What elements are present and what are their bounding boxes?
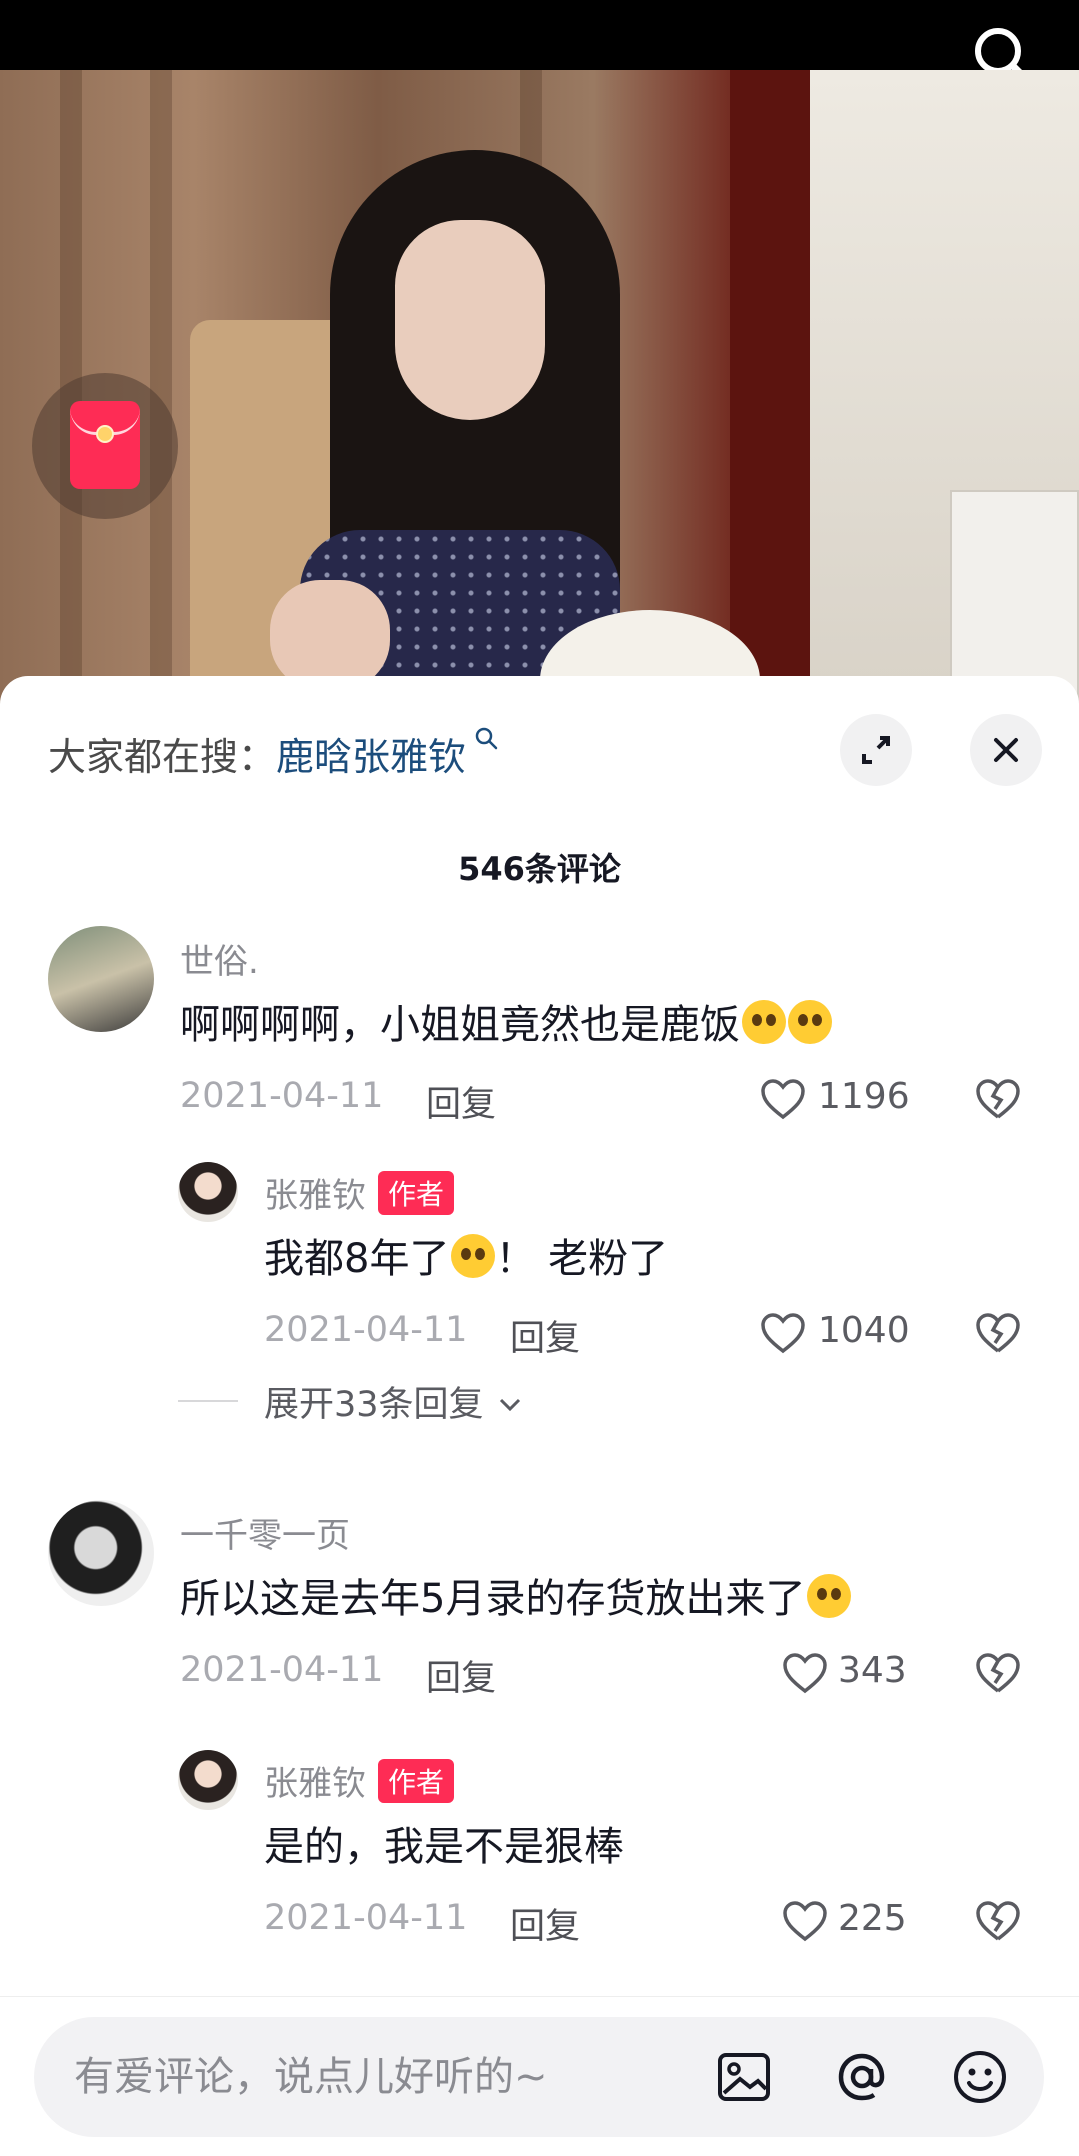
image-icon[interactable] bbox=[712, 2045, 776, 2109]
comment-item: 一千零一页 所以这是去年5月录的存货放出来了 2021-04-11 回复 343 bbox=[0, 1500, 1079, 1700]
avatar[interactable] bbox=[178, 1162, 238, 1222]
like-count: 225 bbox=[838, 1898, 907, 1939]
dislike-broken-heart-icon[interactable] bbox=[975, 1312, 1021, 1354]
laughing-crying-emoji bbox=[451, 1234, 496, 1278]
expand-icon bbox=[862, 736, 890, 764]
like-count: 1040 bbox=[818, 1310, 910, 1351]
like-heart-icon[interactable] bbox=[760, 1078, 806, 1120]
pleading-face-emoji bbox=[742, 1000, 786, 1044]
author-badge: 作者 bbox=[378, 1759, 455, 1803]
expand-replies-label: 展开33条回复 bbox=[264, 1376, 525, 1427]
trending-prefix: 大家都在搜： bbox=[48, 735, 277, 779]
divider bbox=[178, 1400, 238, 1402]
reply-date: 2021-04-11 bbox=[264, 1898, 468, 1938]
comment-date: 2021-04-11 bbox=[180, 1076, 384, 1116]
dislike-broken-heart-icon[interactable] bbox=[975, 1078, 1021, 1120]
comment-item: 世俗. 啊啊啊啊，小姐姐竟然也是鹿饭 2021-04-11 回复 1196 bbox=[0, 926, 1079, 1126]
red-packet-button[interactable] bbox=[32, 373, 178, 519]
close-button[interactable] bbox=[970, 714, 1042, 786]
door bbox=[730, 70, 810, 710]
comment-text: 啊啊啊啊，小姐姐竟然也是鹿饭 bbox=[180, 992, 832, 1050]
trending-search[interactable]: 大家都在搜：鹿晗张雅钦 bbox=[48, 726, 500, 781]
reply-date: 2021-04-11 bbox=[264, 1310, 468, 1350]
reply-text: 我都8年了！ 老粉了 bbox=[264, 1234, 669, 1282]
pleading-face-emoji bbox=[788, 1000, 832, 1044]
comment-sheet: 大家都在搜：鹿晗张雅钦 546条评论 世俗. 啊啊啊啊，小姐姐竟然也是鹿饭 20… bbox=[0, 676, 1079, 2156]
thinking-face-emoji bbox=[807, 1574, 852, 1618]
expand-button[interactable] bbox=[840, 714, 912, 786]
avatar[interactable] bbox=[48, 926, 154, 1032]
like-count: 1196 bbox=[818, 1076, 910, 1117]
curtain bbox=[150, 70, 172, 710]
comment-input[interactable] bbox=[74, 2017, 674, 2137]
comment-username[interactable]: 世俗. bbox=[180, 934, 259, 983]
chevron-down-icon bbox=[499, 1398, 520, 1412]
reply-button[interactable]: 回复 bbox=[426, 1650, 496, 1701]
reply-button[interactable]: 回复 bbox=[510, 1310, 580, 1361]
like-count: 343 bbox=[838, 1650, 907, 1691]
like-heart-icon[interactable] bbox=[760, 1312, 806, 1354]
comment-input-bar bbox=[0, 1996, 1079, 2156]
top-bar bbox=[0, 0, 1079, 88]
comment-count: 546条评论 bbox=[458, 850, 621, 888]
trending-keyword[interactable]: 鹿晗张雅钦 bbox=[276, 735, 466, 779]
close-icon bbox=[994, 738, 1018, 762]
reply-button[interactable]: 回复 bbox=[510, 1898, 580, 1949]
comment-input-container[interactable] bbox=[34, 2017, 1044, 2137]
author-badge: 作者 bbox=[378, 1171, 455, 1215]
comment-date: 2021-04-11 bbox=[180, 1650, 384, 1690]
reply-username[interactable]: 张雅钦 作者 bbox=[264, 1756, 455, 1805]
reply-button[interactable]: 回复 bbox=[426, 1076, 496, 1127]
small-search-icon bbox=[466, 727, 500, 759]
dislike-broken-heart-icon[interactable] bbox=[975, 1652, 1021, 1694]
reply-item: 张雅钦 作者 是的，我是不是狠棒 2021-04-11 回复 225 bbox=[0, 1750, 1079, 1947]
comment-username[interactable]: 一千零一页 bbox=[180, 1508, 350, 1557]
emoji-smile-icon[interactable] bbox=[948, 2045, 1012, 2109]
red-envelope-icon bbox=[70, 401, 140, 489]
video-player[interactable] bbox=[0, 70, 1079, 710]
avatar[interactable] bbox=[178, 1750, 238, 1810]
like-heart-icon[interactable] bbox=[782, 1652, 828, 1694]
comment-text: 所以这是去年5月录的存货放出来了 bbox=[180, 1566, 852, 1624]
like-heart-icon[interactable] bbox=[782, 1900, 828, 1942]
dislike-broken-heart-icon[interactable] bbox=[975, 1900, 1021, 1942]
reply-text: 是的，我是不是狠棒 bbox=[264, 1824, 624, 1870]
reply-username[interactable]: 张雅钦 作者 bbox=[264, 1168, 455, 1217]
avatar[interactable] bbox=[48, 1500, 154, 1606]
reply-item: 张雅钦 作者 我都8年了！ 老粉了 2021-04-11 回复 1040 bbox=[0, 1162, 1079, 1359]
mention-at-icon[interactable] bbox=[830, 2045, 894, 2109]
